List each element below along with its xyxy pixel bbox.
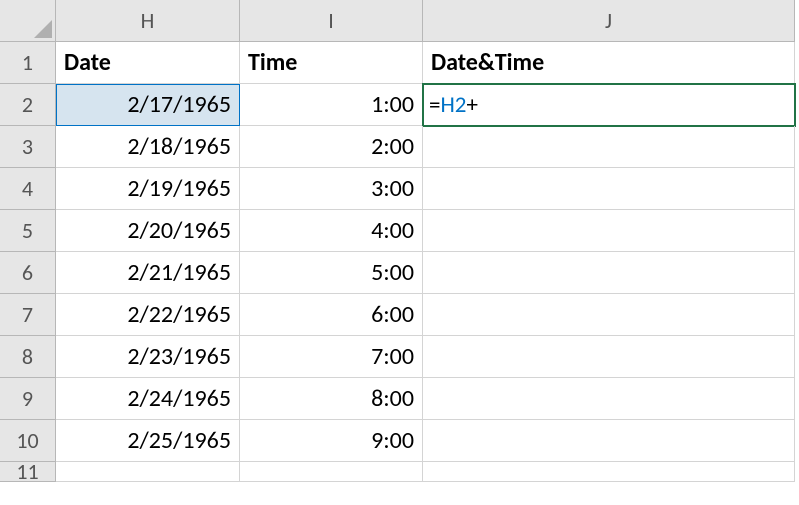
- row-header[interactable]: 3: [0, 126, 56, 168]
- column-header-J[interactable]: J: [423, 0, 795, 42]
- formula-equals: =: [429, 91, 440, 119]
- row-header[interactable]: 9: [0, 378, 56, 420]
- cell-H6[interactable]: 2/21/1965: [56, 252, 240, 294]
- cell-I1[interactable]: Time: [240, 42, 423, 84]
- cell-I4[interactable]: 3:00: [240, 168, 423, 210]
- cell-H2[interactable]: 2/17/1965: [56, 84, 240, 126]
- row-header[interactable]: 8: [0, 336, 56, 378]
- cell-J4[interactable]: [423, 168, 795, 210]
- cell-J3[interactable]: [423, 126, 795, 168]
- cell-I5[interactable]: 4:00: [240, 210, 423, 252]
- cell-H11[interactable]: [56, 462, 240, 482]
- cell-J2-formula-input[interactable]: =H2+: [423, 84, 795, 126]
- cell-I2[interactable]: 1:00: [240, 84, 423, 126]
- row-header[interactable]: 2: [0, 84, 56, 126]
- spreadsheet-grid: H I J 1 Date Time Date&Time 2 2/17/1965 …: [0, 0, 799, 504]
- cell-J6[interactable]: [423, 252, 795, 294]
- cell-J9[interactable]: [423, 378, 795, 420]
- formula-operator: +: [466, 91, 477, 119]
- cell-J10[interactable]: [423, 420, 795, 462]
- row-header[interactable]: 4: [0, 168, 56, 210]
- cell-I6[interactable]: 5:00: [240, 252, 423, 294]
- cell-I8[interactable]: 7:00: [240, 336, 423, 378]
- cell-I10[interactable]: 9:00: [240, 420, 423, 462]
- column-header-I[interactable]: I: [240, 0, 423, 42]
- cell-J1[interactable]: Date&Time: [423, 42, 795, 84]
- row-header[interactable]: 1: [0, 42, 56, 84]
- row-header[interactable]: 6: [0, 252, 56, 294]
- cell-H10[interactable]: 2/25/1965: [56, 420, 240, 462]
- cell-J7[interactable]: [423, 294, 795, 336]
- cell-J11[interactable]: [423, 462, 795, 482]
- cell-I7[interactable]: 6:00: [240, 294, 423, 336]
- row-header[interactable]: 7: [0, 294, 56, 336]
- cell-I9[interactable]: 8:00: [240, 378, 423, 420]
- select-all-corner[interactable]: [0, 0, 56, 42]
- cell-J5[interactable]: [423, 210, 795, 252]
- cell-J8[interactable]: [423, 336, 795, 378]
- cell-I3[interactable]: 2:00: [240, 126, 423, 168]
- row-header[interactable]: 10: [0, 420, 56, 462]
- row-header[interactable]: 5: [0, 210, 56, 252]
- cell-H1[interactable]: Date: [56, 42, 240, 84]
- cell-H9[interactable]: 2/24/1965: [56, 378, 240, 420]
- cell-H8[interactable]: 2/23/1965: [56, 336, 240, 378]
- formula-reference: H2: [440, 91, 466, 119]
- cell-H7[interactable]: 2/22/1965: [56, 294, 240, 336]
- row-header[interactable]: 11: [0, 462, 56, 482]
- cell-I11[interactable]: [240, 462, 423, 482]
- cell-H5[interactable]: 2/20/1965: [56, 210, 240, 252]
- cell-H4[interactable]: 2/19/1965: [56, 168, 240, 210]
- cell-H3[interactable]: 2/18/1965: [56, 126, 240, 168]
- column-header-H[interactable]: H: [56, 0, 240, 42]
